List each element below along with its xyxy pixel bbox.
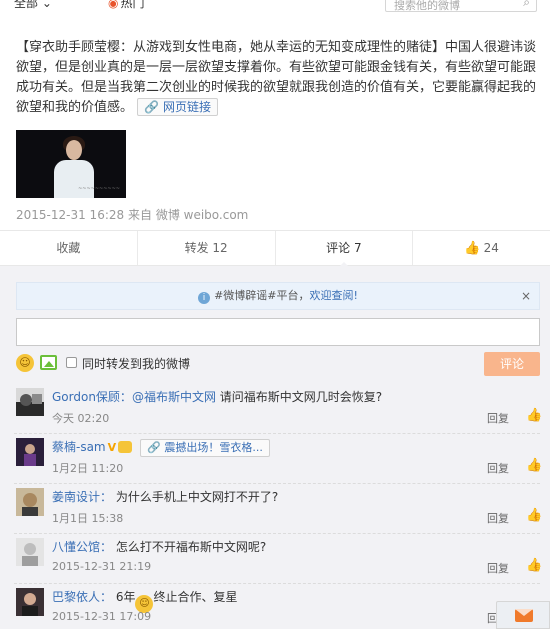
comment-user[interactable]: 蔡楠-sam [52,440,106,454]
comment-time: 2015-12-31 21:19 [52,560,152,573]
rumor-notice: i #微博辟谣#平台，欢迎查阅! × [16,282,540,310]
comment-line: 八懂公馆： 怎么打不开福布斯中文网呢? [52,538,266,555]
post-body: 【穿衣助手顾莹樱：从游戏到女性电商，她从幸运的无知变成理性的赌徒】中国人很避讳谈… [16,38,540,118]
avatar[interactable] [16,388,44,416]
link-chip-label: 震撼出场！雪衣格... [164,441,263,454]
verified-icon: V [107,441,117,454]
link-icon: 🔗 [144,100,159,114]
comment-text: 为什么手机上中文网打不开了? [112,490,279,504]
submit-comment-button[interactable]: 评论 [484,352,540,376]
hot-tab[interactable]: ◉ 热门 [108,0,145,11]
search-icon[interactable]: ⌕ [523,0,530,10]
mail-icon [515,609,533,622]
search-input[interactable]: 搜索他的微博 ⌕ [385,0,537,12]
photo-caption: ~~~~~~~~~~ [78,186,120,192]
comment-time: 1月1日 15:38 [52,512,124,525]
notice-prefix: #微博辟谣#平台， [214,289,310,302]
list-item: 姜南设计： 为什么手机上中文网打不开了? 1月1日 15:38 回复 👍 [0,484,550,534]
photo-person-body [54,160,94,198]
picture-icon[interactable] [40,355,57,370]
comment-text-after: 终止合作、复星 [153,590,238,604]
web-link-label: 网页链接 [162,100,211,114]
link-icon: 🔗 [147,441,165,454]
comment-text: 怎么打不开福布斯中文网呢? [112,540,267,554]
thumbs-up-icon[interactable]: 👍 [526,558,542,573]
comment-time: 今天 02:20 [52,412,110,425]
avatar[interactable] [16,438,44,466]
thumbs-up-icon: 👍 [464,241,481,256]
reply-button[interactable]: 回复 [487,510,509,526]
thumbs-up-icon[interactable]: 👍 [526,408,542,423]
comment-panel: i #微博辟谣#平台，欢迎查阅! × ☺ 同时转发到我的微博 评论 Gordon保… [0,266,550,629]
comment-mention[interactable]: @福布斯中文网 [132,390,216,404]
comment-user[interactable]: 巴黎依人： [52,590,112,604]
comment-line: 姜南设计： 为什么手机上中文网打不开了? [52,488,278,505]
comment-user[interactable]: 姜南设计： [52,490,112,504]
reply-button[interactable]: 回复 [487,410,509,426]
comment-text: 请问福布斯中文网几时会恢复? [215,390,383,404]
hot-icon: ◉ [108,0,119,10]
favorite-button[interactable]: 收藏 [0,231,138,265]
top-filter-bar: 全部 ⌄ ◉ 热门 搜索他的微博 ⌕ [0,0,550,14]
list-item: 八懂公馆： 怎么打不开福布斯中文网呢? 2015-12-31 21:19 回复 … [0,534,550,584]
comment-input[interactable] [16,318,540,346]
emoji-icon[interactable]: ☺ [16,354,34,372]
filter-dropdown[interactable]: 全部 ⌄ [14,0,52,11]
avatar[interactable] [16,538,44,566]
comment-button[interactable]: 评论 7 [276,231,414,267]
comment-text-before: 6年 [112,590,136,604]
comment-user[interactable]: 八懂公馆： [52,540,112,554]
thumbs-up-icon[interactable]: 👍 [526,508,542,523]
list-item: 巴黎依人： 6年☺终止合作、复星 2015-12-31 17:09 回复 👍 [0,584,550,629]
post-photo[interactable]: ~~~~~~~~~~ [16,130,126,198]
comment-time: 1月2日 11:20 [52,462,124,475]
avatar[interactable] [16,588,44,616]
avatar[interactable] [16,488,44,516]
post-text-content: 【穿衣助手顾莹樱：从游戏到女性电商，她从幸运的无知变成理性的赌徒】中国人很避讳谈… [16,40,537,115]
comment-line: Gordon保顾：@福布斯中文网 请问福布斯中文网几时会恢复? [52,388,382,405]
list-item: 蔡楠-sam V 🔗 震撼出场！雪衣格... 1月2日 11:20 回复 👍 [0,434,550,484]
list-item: Gordon保顾：@福布斯中文网 请问福布斯中文网几时会恢复? 今天 02:20… [0,384,550,434]
thumbs-up-icon[interactable]: 👍 [526,458,542,473]
repost-button[interactable]: 转发 12 [138,231,276,265]
like-button[interactable]: 👍 24 [413,231,550,265]
web-link-chip[interactable]: 🔗 网页链接 [137,98,218,116]
post-action-bar: 收藏 转发 12 评论 7 👍 24 [0,230,550,267]
link-chip[interactable]: 🔗 震撼出场！雪衣格... [140,439,270,457]
post-text: 【穿衣助手顾莹樱：从游戏到女性电商，她从幸运的无知变成理性的赌徒】中国人很避讳谈… [16,38,540,118]
comment-tools: ☺ 同时转发到我的微博 评论 [16,352,540,376]
post-time[interactable]: 2015-12-31 16:28 [16,208,124,222]
post-source[interactable]: 微博 weibo.com [156,208,249,222]
comment-time: 2015-12-31 17:09 [52,610,152,623]
notice-link[interactable]: 欢迎查阅! [310,289,358,302]
like-count: 24 [483,241,499,255]
member-crown-icon [118,441,133,453]
comment-user[interactable]: Gordon保顾： [52,390,132,404]
search-placeholder: 搜索他的微博 [394,0,460,12]
reply-button[interactable]: 回复 [487,460,509,476]
reply-button[interactable]: 回复 [487,560,509,576]
post-source-prefix: 来自 [127,208,152,222]
repost-checkbox[interactable] [66,357,77,368]
message-float-button[interactable] [496,601,550,629]
close-icon[interactable]: × [521,283,531,309]
comment-line: 蔡楠-sam V 🔗 震撼出场！雪衣格... [52,438,270,457]
photo-person-head [66,140,82,160]
repost-checkbox-label: 同时转发到我的微博 [82,357,191,371]
info-icon: i [198,292,211,304]
post-meta: 2015-12-31 16:28 来自 微博 weibo.com [16,206,248,223]
hot-label: 热门 [120,0,145,10]
